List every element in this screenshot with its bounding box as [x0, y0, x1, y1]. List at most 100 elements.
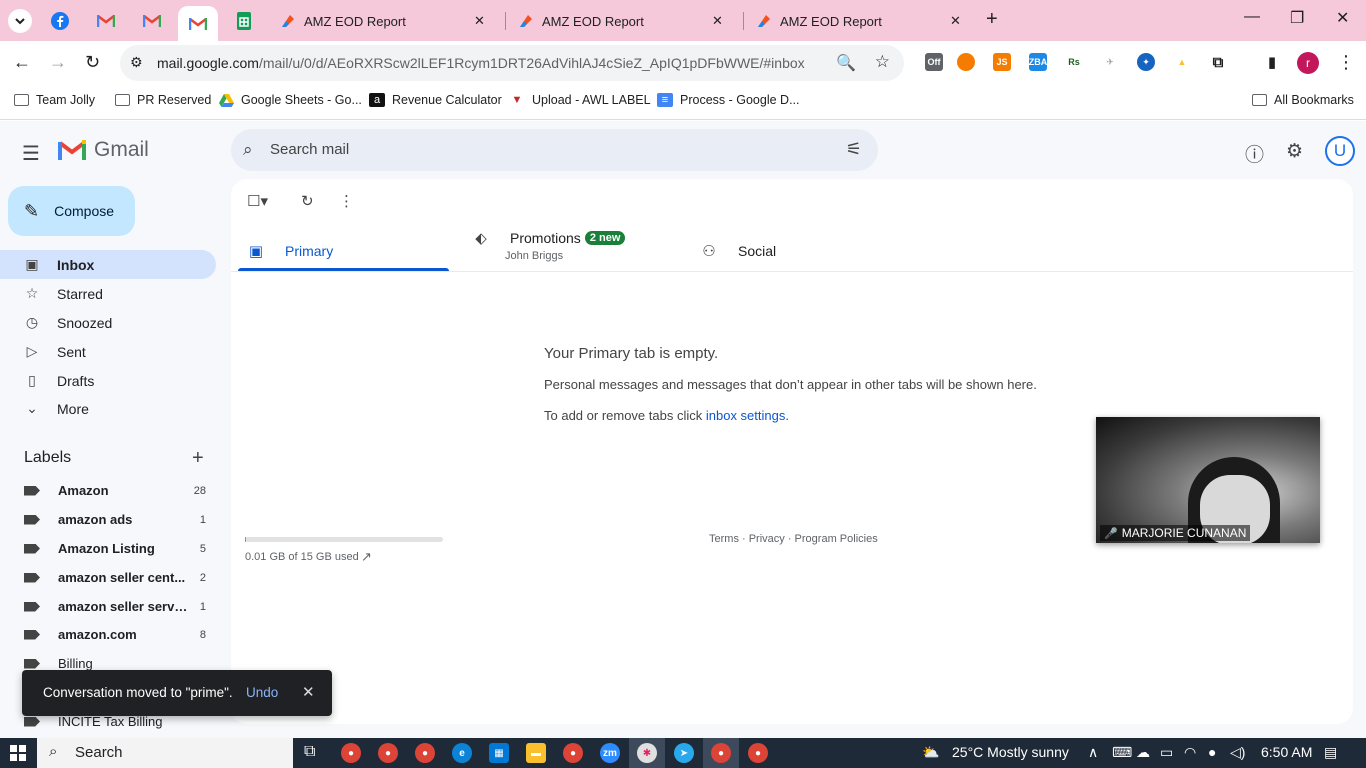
- label-item[interactable]: amazon seller cent... 2: [0, 563, 216, 592]
- close-icon[interactable]: ✕: [474, 13, 485, 29]
- extension-icon[interactable]: ✈: [1101, 53, 1119, 71]
- refresh-icon[interactable]: ↻: [301, 192, 314, 210]
- store-icon[interactable]: ▦: [489, 743, 509, 763]
- meet-now-icon[interactable]: ⌨: [1112, 744, 1132, 761]
- nav-more[interactable]: ⌄ More: [0, 394, 216, 423]
- file-explorer-icon[interactable]: ▬: [526, 743, 546, 763]
- label-item[interactable]: Amazon Listing 5: [0, 534, 216, 563]
- browser-tab-3[interactable]: AMZ EOD Report ✕: [744, 6, 961, 36]
- close-icon[interactable]: ✕: [950, 13, 961, 29]
- edge-icon[interactable]: e: [452, 743, 472, 763]
- onedrive-icon[interactable]: ☁: [1136, 744, 1150, 761]
- new-tab-button[interactable]: +: [986, 8, 998, 31]
- minimize-button[interactable]: —: [1244, 8, 1260, 26]
- battery-icon[interactable]: ▭: [1160, 744, 1173, 761]
- compose-button[interactable]: ✎ Compose: [8, 186, 135, 236]
- add-label-icon[interactable]: +: [192, 447, 204, 470]
- select-all-checkbox[interactable]: ☐▾: [247, 192, 268, 210]
- reload-button[interactable]: ↻: [85, 52, 100, 73]
- help-icon[interactable]: ⓘ: [1245, 140, 1264, 167]
- label-item[interactable]: amazon ads 1: [0, 505, 216, 534]
- windows-start-icon[interactable]: [10, 745, 26, 761]
- label-item[interactable]: amazon seller servi... 1: [0, 592, 216, 621]
- bookmark-pr-reserved[interactable]: PR Reserved: [114, 93, 211, 107]
- search-options-icon[interactable]: ⚟: [846, 139, 862, 160]
- pinned-tab-gmail-2[interactable]: [132, 5, 172, 37]
- browser-tab-1[interactable]: AMZ EOD Report ✕: [268, 6, 485, 36]
- restore-button[interactable]: ❐: [1290, 8, 1304, 28]
- search-icon[interactable]: ⌕: [243, 140, 253, 160]
- extension-icon[interactable]: JS: [993, 53, 1011, 71]
- tab-social[interactable]: ⚇ Social: [700, 229, 776, 272]
- settings-gear-icon[interactable]: ⚙: [1286, 140, 1303, 163]
- zoom-icon[interactable]: 🔍: [836, 53, 856, 73]
- external-link-icon[interactable]: ↗: [361, 549, 372, 565]
- address-bar[interactable]: ⚙ mail.google.com/mail/u/0/d/AEoRXRScw2l…: [120, 45, 904, 81]
- back-button[interactable]: ←: [13, 52, 31, 73]
- chrome-icon[interactable]: ●: [563, 743, 583, 763]
- close-icon[interactable]: ✕: [302, 683, 315, 701]
- inbox-settings-link[interactable]: inbox settings: [706, 408, 786, 423]
- nav-starred[interactable]: ☆ Starred: [0, 279, 216, 308]
- nav-sent[interactable]: ▷ Sent: [0, 337, 216, 366]
- label-item[interactable]: amazon.com 8: [0, 620, 216, 649]
- bookmark-process-doc[interactable]: ≡ Process - Google D...: [657, 93, 800, 107]
- extensions-puzzle-icon[interactable]: ⧉: [1209, 53, 1227, 71]
- tab-promotions[interactable]: ⬖ Promotions 2 new: [472, 223, 626, 253]
- clock-time[interactable]: 6:50 AM: [1261, 744, 1312, 760]
- site-info-icon[interactable]: ⚙: [130, 54, 143, 71]
- notifications-icon[interactable]: ▤: [1324, 744, 1337, 761]
- weather-icon[interactable]: ⛅: [922, 744, 939, 761]
- side-panel-icon[interactable]: ▮: [1263, 53, 1281, 71]
- search-mail-input[interactable]: ⌕ Search mail ⚟: [231, 129, 878, 171]
- browser-tab-2[interactable]: AMZ EOD Report ✕: [506, 6, 723, 36]
- telegram-icon[interactable]: ➤: [674, 743, 694, 763]
- chrome-icon[interactable]: ●: [415, 743, 435, 763]
- slack-icon[interactable]: ✱: [637, 743, 657, 763]
- extension-icon[interactable]: ZBA: [1029, 53, 1047, 71]
- tab-primary[interactable]: ▣ Primary: [247, 229, 333, 272]
- close-icon[interactable]: ✕: [712, 13, 723, 29]
- zoom-app-icon[interactable]: zm: [600, 743, 620, 763]
- pinned-tab-gmail-1[interactable]: [86, 5, 126, 37]
- weather-text[interactable]: 25°C Mostly sunny: [952, 744, 1069, 760]
- chrome-icon[interactable]: ●: [748, 743, 768, 763]
- taskbar-search[interactable]: ⌕ Search: [37, 738, 293, 768]
- task-view-icon[interactable]: ⧉: [304, 743, 315, 761]
- nav-drafts[interactable]: ▯ Drafts: [0, 366, 216, 395]
- all-bookmarks[interactable]: All Bookmarks: [1251, 93, 1354, 107]
- extension-icon[interactable]: Off: [925, 53, 943, 71]
- pinned-tab-sheets[interactable]: [224, 5, 264, 37]
- extension-icon[interactable]: [957, 53, 975, 71]
- nav-snoozed[interactable]: ◷ Snoozed: [0, 308, 216, 337]
- more-options-icon[interactable]: ⋮: [339, 192, 354, 210]
- chrome-icon[interactable]: ●: [378, 743, 398, 763]
- bookmark-google-sheets[interactable]: Google Sheets - Go...: [218, 93, 362, 107]
- pinned-tab-facebook[interactable]: [40, 5, 80, 37]
- video-call-tile[interactable]: 🎤 MARJORIE CUNANAN: [1096, 417, 1320, 543]
- extension-icon[interactable]: ▲: [1173, 53, 1191, 71]
- label-item[interactable]: Amazon 28: [0, 476, 216, 505]
- main-menu-icon[interactable]: ☰: [22, 141, 40, 166]
- bookmark-star-icon[interactable]: ☆: [875, 52, 890, 72]
- tab-search-button[interactable]: [8, 9, 32, 33]
- nav-inbox[interactable]: ▣ Inbox: [0, 250, 216, 279]
- forward-button[interactable]: →: [49, 52, 67, 73]
- bookmark-revenue-calculator[interactable]: a Revenue Calculator: [369, 93, 502, 107]
- tray-chevron-up-icon[interactable]: ∧: [1088, 744, 1098, 761]
- undo-button[interactable]: Undo: [246, 685, 278, 700]
- chrome-icon[interactable]: ●: [341, 743, 361, 763]
- chrome-icon[interactable]: ●: [711, 743, 731, 763]
- microphone-icon[interactable]: ●: [1208, 744, 1216, 760]
- extension-icon[interactable]: ✦: [1137, 53, 1155, 71]
- close-window-button[interactable]: ✕: [1336, 8, 1349, 28]
- gmail-logo[interactable]: Gmail: [58, 138, 149, 162]
- wifi-icon[interactable]: ◠: [1184, 744, 1196, 761]
- footer-links[interactable]: Terms · Privacy · Program Policies: [709, 533, 878, 545]
- menu-kebab-icon[interactable]: ⋮: [1337, 52, 1355, 73]
- profile-avatar[interactable]: r: [1297, 52, 1319, 74]
- pinned-tab-gmail-active[interactable]: [178, 6, 218, 41]
- extension-icon[interactable]: Rs: [1065, 53, 1083, 71]
- speaker-icon[interactable]: ◁): [1230, 744, 1245, 761]
- bookmark-upload-awl[interactable]: ▼ Upload - AWL LABEL: [509, 93, 651, 107]
